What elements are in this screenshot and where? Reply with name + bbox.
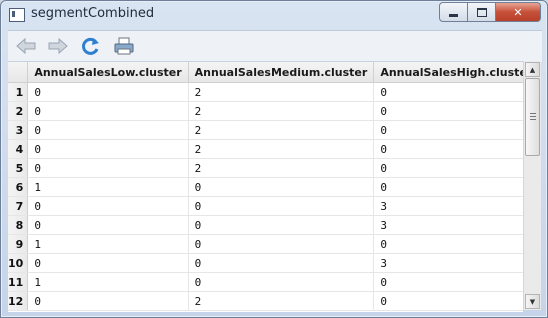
forward-button[interactable]	[46, 36, 70, 56]
back-button[interactable]	[14, 36, 38, 56]
window-title: segmentCombined	[31, 6, 155, 21]
header-row: AnnualSalesLow.cluster AnnualSalesMedium…	[8, 62, 523, 83]
row-header[interactable]: 12	[8, 291, 29, 311]
row-header[interactable]: 3	[8, 120, 29, 140]
print-button[interactable]	[112, 36, 136, 56]
data-grid[interactable]: AnnualSalesLow.cluster AnnualSalesMedium…	[8, 61, 523, 312]
table-body: 1 0 2 0 2 0 2 0 3 0 2 0 4 0 2 0 5 0 2 0 6 1 0 0 7 0 0 3 8 0 0 3 9 1 0 0 10 0 0…	[8, 82, 523, 311]
table-cell[interactable]: 0	[373, 177, 523, 197]
row-header[interactable]: 5	[8, 158, 29, 178]
table-row[interactable]: 12 0 2 0	[8, 291, 523, 311]
scroll-down-button[interactable]: ▼	[525, 294, 540, 309]
scroll-up-button[interactable]: ▲	[525, 62, 540, 77]
table-cell[interactable]: 1	[27, 272, 189, 292]
table-row[interactable]: 4020	[8, 139, 523, 159]
maximize-icon	[476, 7, 487, 17]
minimize-icon	[449, 13, 458, 17]
table-cell[interactable]: 0	[188, 177, 375, 197]
table-row[interactable]: 7003	[8, 196, 523, 216]
chevron-down-icon: ▼	[529, 297, 536, 306]
row-header[interactable]: 10	[8, 253, 29, 273]
table-cell[interactable]: 2	[188, 120, 375, 140]
table-cell[interactable]: 0	[373, 234, 523, 254]
table-cell[interactable]: 3	[373, 253, 523, 273]
refresh-icon	[82, 37, 99, 55]
row-header[interactable]: 9	[8, 234, 29, 254]
column-header[interactable]: AnnualSalesLow.cluster	[27, 62, 189, 83]
table-cell[interactable]: 0	[27, 158, 189, 178]
table-cell[interactable]: 2	[188, 101, 375, 121]
table-cell[interactable]: 0	[188, 234, 375, 254]
table-cell[interactable]: 0	[373, 139, 523, 159]
table-cell[interactable]: 1	[27, 177, 189, 197]
table-row[interactable]: 5020	[8, 158, 523, 178]
table-cell[interactable]: 0	[27, 120, 189, 140]
table-cell[interactable]: 2	[188, 158, 375, 178]
back-arrow-icon	[16, 37, 36, 55]
column-header[interactable]: AnnualSalesMedium.cluster	[188, 62, 375, 83]
table-cell[interactable]: 2	[188, 82, 375, 102]
table-cell[interactable]: 0	[188, 253, 375, 273]
table-cell[interactable]: 0	[373, 272, 523, 292]
scrollbar-thumb[interactable]	[525, 78, 540, 156]
table-cell[interactable]: 0	[27, 291, 189, 311]
title-bar[interactable]: segmentCombined ✕	[1, 1, 547, 29]
viewer-window: segmentCombined ✕ AnnualSalesLow.cluster…	[0, 0, 548, 318]
row-header[interactable]: 7	[8, 196, 29, 216]
table-cell[interactable]: 0	[373, 82, 523, 102]
table-row[interactable]: 11 1 0 0	[8, 272, 523, 292]
data-table: AnnualSalesLow.cluster AnnualSalesMedium…	[8, 62, 523, 311]
table-cell[interactable]: 0	[373, 120, 523, 140]
table-cell[interactable]: 0	[27, 82, 189, 102]
table-cell[interactable]: 3	[373, 196, 523, 216]
maximize-button[interactable]	[468, 2, 496, 22]
table-cell[interactable]: 0	[27, 139, 189, 159]
grip-line	[530, 116, 536, 117]
close-button[interactable]: ✕	[496, 2, 541, 22]
table-cell[interactable]: 2	[188, 291, 375, 311]
table-cell[interactable]: 0	[188, 196, 375, 216]
table-cell[interactable]: 0	[373, 158, 523, 178]
column-header[interactable]: AnnualSalesHigh.cluster	[373, 62, 523, 83]
grip-line	[530, 119, 536, 120]
app-window-icon	[9, 8, 25, 22]
row-header[interactable]: 6	[8, 177, 29, 197]
table-cell[interactable]: 3	[373, 215, 523, 235]
table-cell[interactable]: 0	[27, 253, 189, 273]
vertical-scrollbar[interactable]: ▲ ▼	[523, 61, 541, 310]
grip-line	[530, 113, 536, 114]
table-row[interactable]: 8003	[8, 215, 523, 235]
table-row[interactable]: 6100	[8, 177, 523, 197]
close-icon: ✕	[513, 5, 523, 19]
row-header[interactable]: 4	[8, 139, 29, 159]
forward-arrow-icon	[48, 37, 68, 55]
table-cell[interactable]: 0	[188, 215, 375, 235]
corner-cell[interactable]	[8, 62, 29, 83]
row-header[interactable]: 2	[8, 101, 29, 121]
window-controls: ✕	[439, 2, 541, 22]
table-row[interactable]: 2020	[8, 101, 523, 121]
table-row[interactable]: 1020	[8, 82, 523, 102]
table-row[interactable]: 10 0 0 3	[8, 253, 523, 273]
minimize-button[interactable]	[439, 2, 468, 22]
table-cell[interactable]: 0	[27, 196, 189, 216]
row-header[interactable]: 1	[8, 82, 29, 102]
chevron-up-icon: ▲	[529, 65, 536, 74]
table-cell[interactable]: 0	[373, 101, 523, 121]
refresh-button[interactable]	[79, 36, 103, 56]
table-cell[interactable]: 0	[188, 272, 375, 292]
table-row[interactable]: 3020	[8, 120, 523, 140]
table-cell[interactable]: 2	[188, 139, 375, 159]
table-cell[interactable]: 0	[27, 101, 189, 121]
row-header[interactable]: 8	[8, 215, 29, 235]
print-icon	[114, 37, 134, 55]
row-header[interactable]: 11	[8, 272, 29, 292]
table-cell[interactable]: 1	[27, 234, 189, 254]
table-row[interactable]: 9100	[8, 234, 523, 254]
table-cell[interactable]: 0	[373, 291, 523, 311]
toolbar	[8, 30, 542, 62]
table-cell[interactable]: 0	[27, 215, 189, 235]
